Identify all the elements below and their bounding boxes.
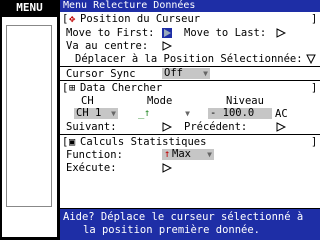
section-title: Data Chercher (80, 82, 163, 94)
cursor-sync-value: Off (164, 67, 183, 79)
separator (60, 80, 320, 81)
play-icon (162, 122, 172, 132)
row-cursor-sync: Cursor Sync Off ▼ (60, 68, 320, 80)
separator (60, 134, 320, 135)
play-icon (162, 163, 172, 173)
play-icon (276, 28, 286, 38)
dropdown-arrow-icon: ▼ (203, 69, 208, 78)
play-icon (276, 122, 286, 132)
go-center-label: Va au centre: (66, 40, 149, 52)
row-next-previous: Suivant: Précédent: (60, 121, 320, 133)
cursor-sync-label: Cursor Sync (66, 68, 136, 80)
row-execute: Exécute: (60, 162, 320, 174)
data-search-headers: CH Mode Niveau (60, 95, 320, 107)
help-text-line-2: la position première donnée. (83, 224, 261, 236)
cursor-sync-dropdown[interactable]: Off ▼ (162, 68, 210, 79)
next-label: Suivant: (66, 121, 117, 133)
row-go-center: Va au centre: (60, 40, 320, 52)
play-icon (162, 41, 172, 51)
move-first-label: Move to First: (66, 27, 155, 39)
calculator-icon: ▣ (69, 136, 76, 148)
help-bar: Aide? Déplace le curseur sélectionné à l… (60, 209, 320, 240)
section-data-search-header: [ ⊞ Data Chercher ] (62, 82, 318, 94)
function-dropdown[interactable]: ↑ Max ▼ (162, 149, 214, 160)
left-pane-inner (6, 25, 52, 207)
max-icon: ↑ (164, 148, 171, 160)
next-button[interactable] (162, 122, 172, 132)
mode-dropdown[interactable]: _ ↑ ▼ (136, 108, 192, 119)
data-search-values: CH 1 ▼ _ ↑ ▼ - 100.0 AC (60, 108, 320, 120)
menu-tab[interactable]: MENU (0, 0, 59, 15)
section-stats-header: [ ▣ Calculs Statistiques ] (62, 136, 318, 148)
col-level: Niveau (226, 95, 264, 107)
section-cursor-position-header: [ ✥ Position du Curseur ] (62, 13, 318, 25)
level-input[interactable]: - 100.0 (208, 108, 272, 119)
function-label: Function: (66, 149, 123, 161)
col-mode: Mode (147, 95, 173, 107)
move-first-button[interactable] (162, 28, 172, 38)
down-triangle-icon (306, 54, 316, 64)
binoculars-icon: ⊞ (69, 82, 76, 94)
window-title: Menu Relecture Données (60, 0, 320, 12)
move-last-button[interactable] (276, 28, 286, 38)
go-center-button[interactable] (162, 41, 172, 51)
execute-button[interactable] (162, 163, 172, 173)
function-value: Max (172, 148, 191, 160)
section-title: Calculs Statistiques (80, 136, 207, 148)
dropdown-arrow-icon: ▼ (185, 109, 190, 118)
ch-value: CH 1 (76, 107, 102, 119)
ch-dropdown[interactable]: CH 1 ▼ (74, 108, 118, 119)
row-move-selected: Déplacer à la Position Sélectionnée: (60, 53, 320, 65)
previous-button[interactable] (276, 122, 286, 132)
col-ch: CH (81, 95, 94, 107)
move-selected-label: Déplacer à la Position Sélectionnée: (75, 53, 303, 65)
cursor-icon: ✥ (69, 13, 76, 25)
execute-label: Exécute: (66, 162, 117, 174)
move-selected-button[interactable] (306, 54, 316, 64)
help-text-line-1: Aide? Déplace le curseur sélectionné à (63, 211, 304, 223)
play-icon (162, 28, 172, 38)
level-value: - 100.0 (210, 107, 255, 119)
move-last-label: Move to Last: (184, 27, 267, 39)
section-title: Position du Curseur (80, 13, 201, 25)
level-unit: AC (275, 108, 288, 120)
row-function: Function: ↑ Max ▼ (60, 149, 320, 161)
dropdown-arrow-icon: ▼ (207, 150, 212, 159)
main-panel: [ ✥ Position du Curseur ] Move to First:… (60, 12, 320, 208)
previous-label: Précédent: (184, 121, 248, 133)
separator (60, 66, 320, 67)
mode-value: ↑ (144, 107, 151, 119)
row-move-first-last: Move to First: Move to Last: (60, 27, 320, 39)
dropdown-arrow-icon: ▼ (111, 109, 116, 118)
